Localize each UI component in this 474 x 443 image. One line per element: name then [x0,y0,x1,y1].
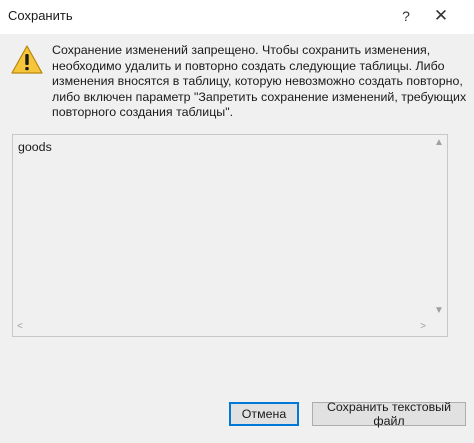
table-name: goods [18,140,52,154]
cancel-button[interactable]: Отмена [229,402,299,426]
scroll-down-icon[interactable]: ▼ [434,306,444,316]
close-button[interactable]: ✕ [428,4,454,28]
message-line: Сохранение изменений запрещено. Чтобы со… [52,43,431,57]
help-button[interactable]: ? [393,4,419,28]
message-line: изменения вносятся в таблицу, которую не… [52,74,463,89]
error-message: Сохранение изменений запрещено. Чтобы со… [52,43,467,121]
message-line: необходимо удалить и повторно создать сл… [52,58,445,73]
message-line: либо включен параметр "Запретить сохране… [52,89,467,104]
save-text-file-button[interactable]: Сохранить текстовый файл [312,400,466,428]
horizontal-scrollbar[interactable]: < > [13,319,430,336]
scroll-right-icon[interactable]: > [420,322,426,332]
warning-icon [11,45,43,74]
save-dialog: Сохранить ? ✕ Сохранение изменений запре… [0,0,474,443]
title-bar: Сохранить ? ✕ [0,0,474,34]
tables-list[interactable]: goods ▲ ▼ < > [12,134,448,337]
scroll-left-icon[interactable]: < [17,322,23,332]
scrollbar-corner [430,319,447,336]
scroll-up-icon[interactable]: ▲ [434,138,444,148]
message-line: повторного создания таблицы". [52,105,234,120]
vertical-scrollbar[interactable]: ▲ ▼ [430,135,447,319]
dialog-title: Сохранить [8,8,73,23]
